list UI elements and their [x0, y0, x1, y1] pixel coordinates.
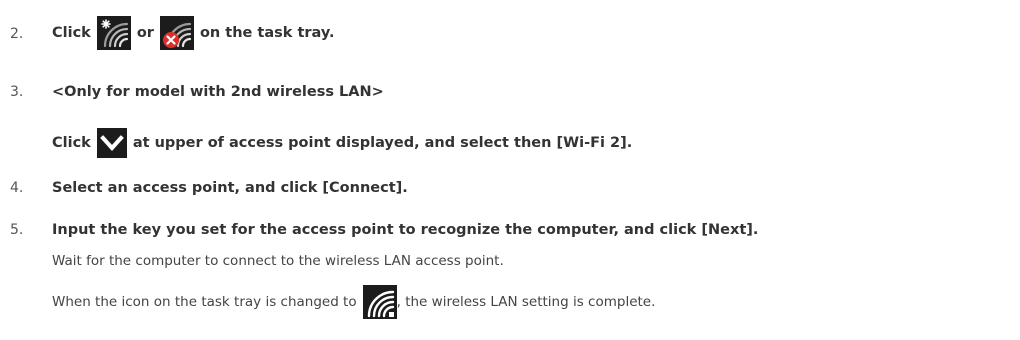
step-3-line2: Click at upper of access point displayed…	[52, 125, 632, 161]
step-number-3: 3.	[10, 84, 24, 100]
step-5-note-complete: When the icon on the task tray is change…	[52, 284, 655, 320]
step-5-note-complete-a: When the icon on the task tray is change…	[52, 294, 357, 310]
step-4-text: Select an access point, and click [Conne…	[52, 180, 408, 196]
step-number-5: 5.	[10, 222, 24, 238]
wifi-connected-icon	[362, 285, 397, 319]
wifi-disconnected-red-x-icon	[159, 16, 194, 50]
step-3-click-label: Click	[52, 135, 91, 151]
chevron-down-icon	[96, 128, 127, 158]
step-2-text: Click or on the task tray.	[52, 14, 335, 52]
step-5-text: Input the key you set for the access poi…	[52, 222, 759, 238]
step-number-4: 4.	[10, 180, 24, 196]
wifi-not-connected-star-icon	[96, 16, 131, 50]
step-2-click-label: Click	[52, 25, 91, 41]
step-2-or-label: or	[136, 25, 154, 41]
step-number-2: 2.	[10, 26, 24, 42]
step-5-note-complete-b: , the wireless LAN setting is complete.	[396, 294, 656, 310]
step-5-note-wait: Wait for the computer to connect to the …	[52, 253, 504, 269]
step-3-select-label: at upper of access point displayed, and …	[132, 135, 633, 151]
step-3-text: <Only for model with 2nd wireless LAN>	[52, 84, 384, 100]
step-2-task-tray-label: on the task tray.	[199, 25, 335, 41]
